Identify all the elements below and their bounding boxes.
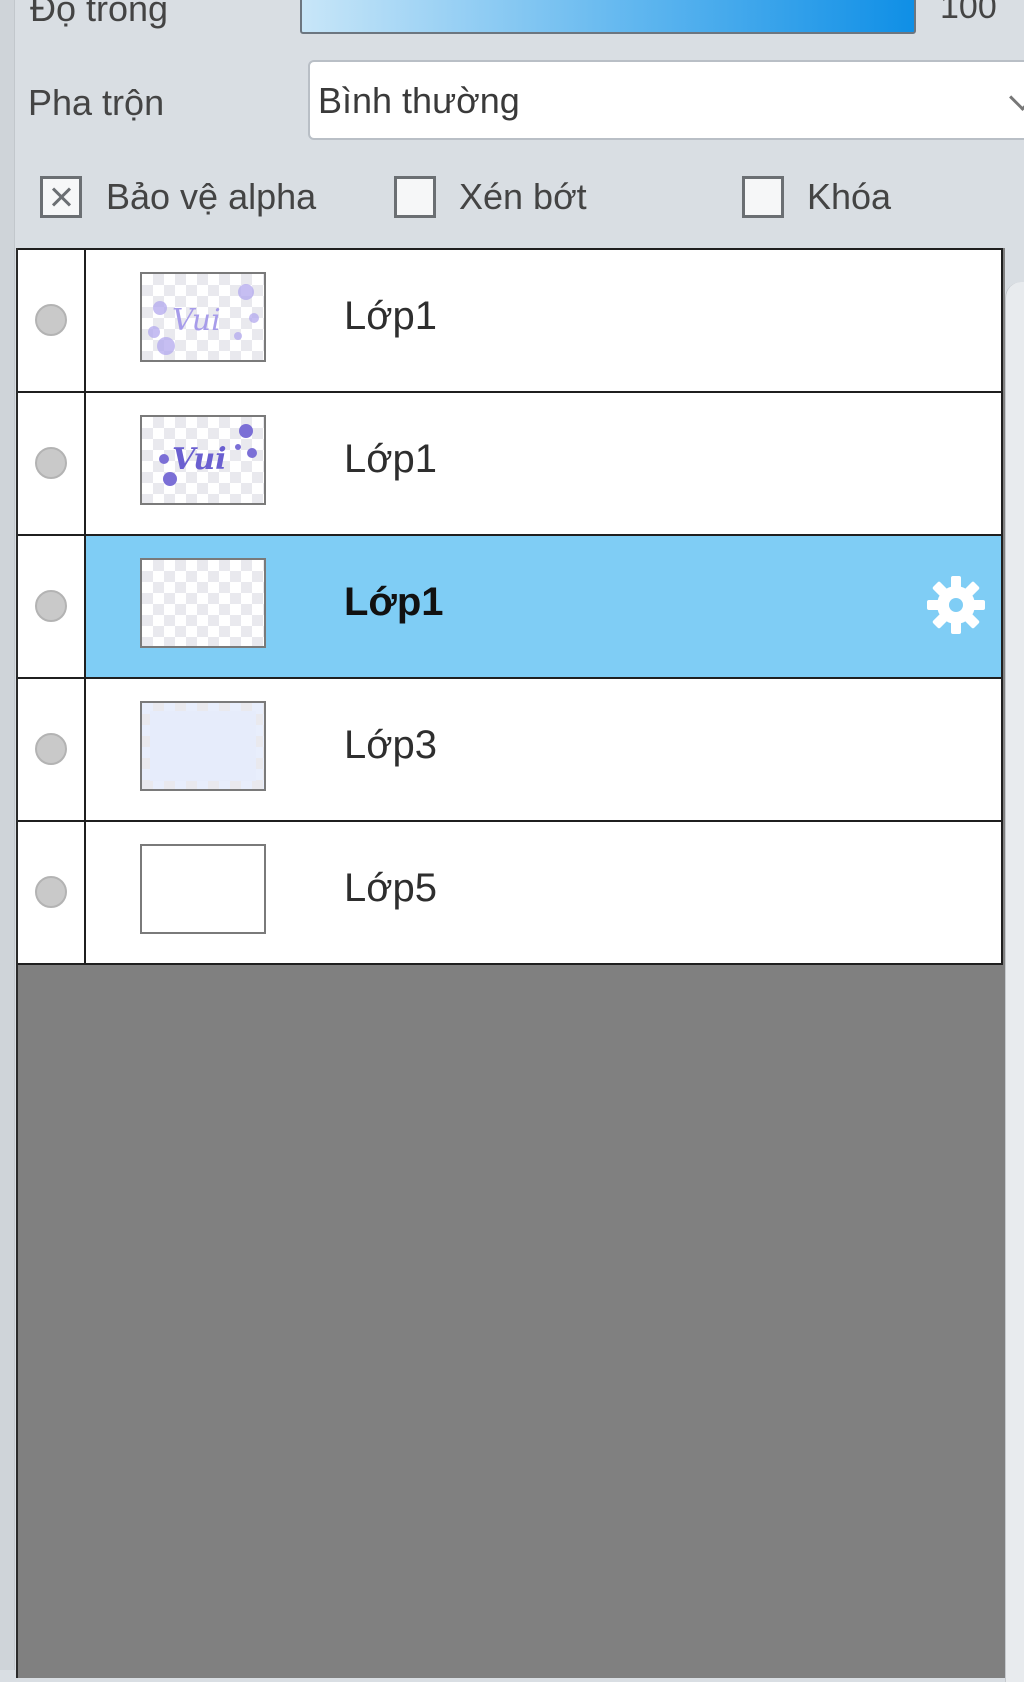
layer-visibility-cell[interactable] (18, 393, 86, 534)
chevron-down-icon (1009, 84, 1024, 111)
layer-name: Lớp5 (344, 866, 437, 910)
lock-label: Khóa (807, 176, 892, 217)
layer-visibility-cell[interactable] (18, 822, 86, 963)
visibility-dot-icon[interactable] (35, 304, 67, 336)
layer-visibility-cell[interactable] (18, 679, 86, 820)
opacity-slider[interactable] (300, 0, 916, 34)
opacity-label: Độ trong (30, 0, 169, 29)
layer-thumbnail (140, 558, 266, 648)
layer-thumbnail (140, 844, 266, 934)
layer-visibility-cell[interactable] (18, 250, 86, 391)
layer-name: Lớp1 (344, 580, 444, 624)
layer-row[interactable]: Lớp3 (18, 677, 1003, 820)
svg-text:Vui: Vui (172, 442, 227, 477)
clipping-checkbox[interactable] (394, 176, 436, 218)
blend-mode-value: Bình thường (318, 80, 520, 121)
visibility-dot-icon[interactable] (35, 447, 67, 479)
lock-checkbox[interactable] (742, 176, 784, 218)
clipping-label: Xén bớt (459, 176, 587, 217)
protect-alpha-checkbox[interactable] (40, 176, 82, 218)
layer-thumbnail (140, 701, 266, 791)
layer-row[interactable]: Vui Lớp1 (18, 391, 1003, 534)
layer-thumbnail: Vui (140, 415, 266, 505)
blend-mode-select[interactable]: Bình thường (308, 60, 1024, 140)
layer-list-scrollbar[interactable] (1005, 282, 1024, 1682)
layer-row[interactable]: Lớp5 (18, 820, 1003, 965)
svg-text:Vui: Vui (172, 303, 221, 338)
blend-mode-label: Pha trộn (28, 82, 165, 123)
visibility-dot-icon[interactable] (35, 590, 67, 622)
layer-row[interactable]: Vui Lớp1 (18, 248, 1003, 391)
layer-thumbnail: Vui (140, 272, 266, 362)
layer-name: Lớp3 (344, 723, 437, 767)
gear-icon[interactable] (923, 572, 989, 638)
visibility-dot-icon[interactable] (35, 876, 67, 908)
opacity-value[interactable]: 100 (940, 0, 997, 27)
protect-alpha-label: Bảo vệ alpha (106, 176, 317, 217)
layer-row-selected[interactable]: Lớp1 (18, 534, 1003, 677)
visibility-dot-icon[interactable] (35, 733, 67, 765)
layer-list: Vui Lớp1 Vui Lớp1 Lớp1 Lớp3 Lớp5 (16, 248, 1005, 1678)
layer-name: Lớp1 (344, 437, 437, 481)
layer-visibility-cell[interactable] (18, 536, 86, 677)
panel-left-edge (0, 0, 15, 1670)
layer-name: Lớp1 (344, 294, 437, 338)
